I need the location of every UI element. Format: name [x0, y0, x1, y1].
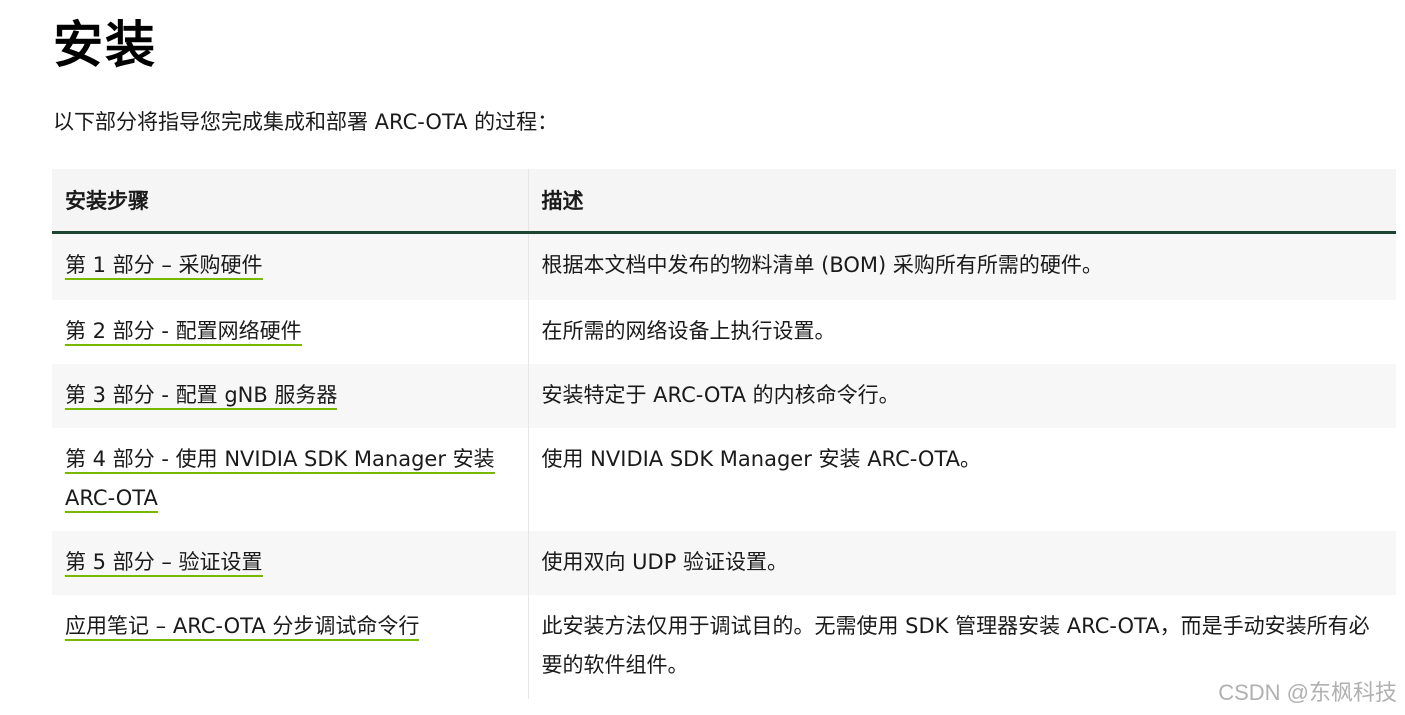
page-title: 安装 — [53, 16, 157, 74]
description-cell: 在所需的网络设备上执行设置。 — [527, 300, 1396, 364]
step-cell: 应用笔记 – ARC-OTA 分步调试命令行 — [52, 595, 528, 699]
table-row: 第 4 部分 - 使用 NVIDIA SDK Manager 安装 ARC-OT… — [52, 428, 1396, 531]
step-cell: 第 1 部分 – 采购硬件 — [52, 232, 528, 300]
watermark: CSDN @东枫科技 — [1218, 680, 1397, 705]
step-link-part-3[interactable]: 第 3 部分 - 配置 gNB 服务器 — [65, 383, 338, 410]
table-row: 第 5 部分 – 验证设置 使用双向 UDP 验证设置。 — [52, 531, 1396, 595]
step-link-app-note[interactable]: 应用笔记 – ARC-OTA 分步调试命令行 — [65, 614, 420, 641]
installation-steps-table: 安装步骤 描述 第 1 部分 – 采购硬件 根据本文档中发布的物料清单 (BOM… — [52, 169, 1396, 699]
description-cell: 使用双向 UDP 验证设置。 — [527, 531, 1396, 595]
description-cell: 根据本文档中发布的物料清单 (BOM) 采购所有所需的硬件。 — [527, 232, 1396, 300]
intro-text: 以下部分将指导您完成集成和部署 ARC-OTA 的过程： — [53, 110, 559, 134]
description-cell: 安装特定于 ARC-OTA 的内核命令行。 — [527, 364, 1396, 428]
table-row: 第 2 部分 - 配置网络硬件 在所需的网络设备上执行设置。 — [52, 300, 1396, 364]
step-link-part-1[interactable]: 第 1 部分 – 采购硬件 — [65, 253, 263, 280]
column-header-step: 安装步骤 — [52, 169, 528, 234]
step-cell: 第 3 部分 - 配置 gNB 服务器 — [52, 364, 528, 428]
column-header-description: 描述 — [527, 169, 1396, 234]
step-link-part-2[interactable]: 第 2 部分 - 配置网络硬件 — [65, 319, 302, 346]
step-link-part-4[interactable]: 第 4 部分 - 使用 NVIDIA SDK Manager 安装 ARC-OT… — [65, 447, 495, 513]
table-row: 应用笔记 – ARC-OTA 分步调试命令行 此安装方法仅用于调试目的。无需使用… — [52, 595, 1396, 699]
table-row: 第 1 部分 – 采购硬件 根据本文档中发布的物料清单 (BOM) 采购所有所需… — [52, 232, 1396, 300]
step-link-part-5[interactable]: 第 5 部分 – 验证设置 — [65, 550, 263, 577]
table-row: 第 3 部分 - 配置 gNB 服务器 安装特定于 ARC-OTA 的内核命令行… — [52, 364, 1396, 428]
step-cell: 第 2 部分 - 配置网络硬件 — [52, 300, 528, 364]
description-cell: 使用 NVIDIA SDK Manager 安装 ARC-OTA。 — [527, 428, 1396, 531]
page: 安装 以下部分将指导您完成集成和部署 ARC-OTA 的过程： 安装步骤 描述 … — [0, 0, 1405, 715]
step-cell: 第 5 部分 – 验证设置 — [52, 531, 528, 595]
step-cell: 第 4 部分 - 使用 NVIDIA SDK Manager 安装 ARC-OT… — [52, 428, 528, 531]
table-header-row: 安装步骤 描述 — [52, 169, 1396, 234]
